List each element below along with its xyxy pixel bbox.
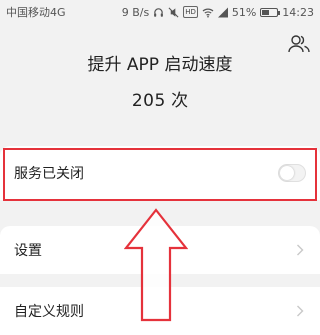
hd-badge: HD (183, 6, 198, 18)
headphone-icon (153, 6, 164, 18)
clock: 14:23 (282, 5, 314, 19)
mute-icon (168, 6, 179, 18)
network-speed: 9 B/s (121, 5, 150, 19)
toggle-knob (280, 166, 294, 180)
boost-count-unit: 次 (171, 91, 189, 111)
signal-icon (217, 6, 228, 18)
boost-count: 205 次 (0, 86, 320, 111)
page-title: 提升 APP 启动速度 (87, 55, 233, 75)
service-toggle-row[interactable]: 服务已关闭 (0, 146, 320, 200)
service-toggle-switch[interactable] (278, 164, 306, 182)
up-arrow-icon (124, 208, 188, 322)
battery-percent: 51% (231, 5, 257, 19)
status-bar: 中国移动4G 9 B/s HD 51% 14:23 (0, 0, 320, 24)
battery-icon (260, 7, 281, 17)
service-status-label: 服务已关闭 (14, 166, 84, 182)
settings-label: 设置 (14, 243, 42, 259)
wifi-icon (202, 6, 214, 18)
custom-rules-label: 自定义规则 (14, 304, 84, 320)
chevron-right-icon (294, 304, 306, 318)
boost-count-value: 205 (131, 91, 166, 111)
carrier-label: 中国移动4G (6, 6, 66, 19)
chevron-right-icon (294, 243, 306, 257)
